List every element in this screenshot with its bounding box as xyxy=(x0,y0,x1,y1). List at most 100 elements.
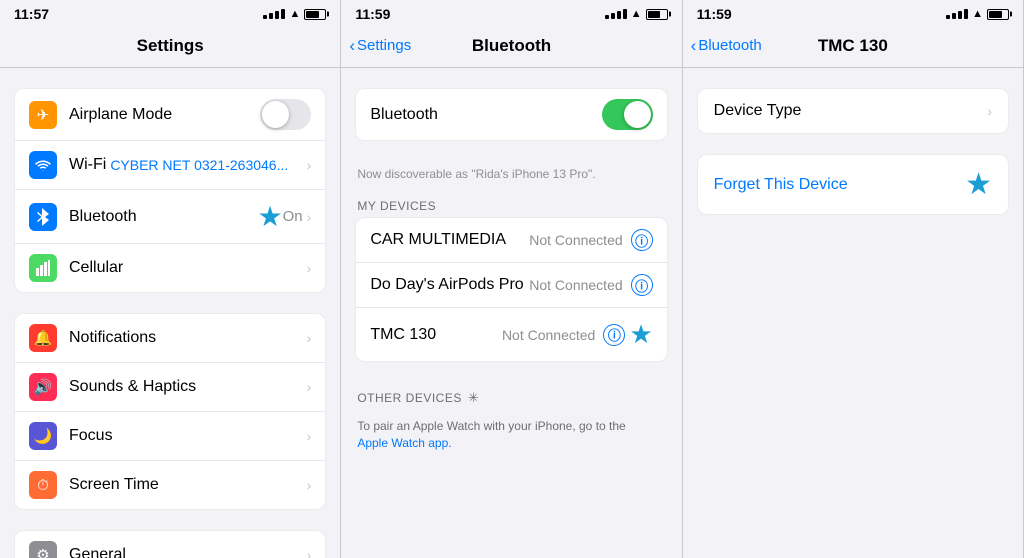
general-label: General xyxy=(69,546,307,558)
back-to-bluetooth[interactable]: ‹ Bluetooth xyxy=(691,37,762,54)
bluetooth-chevron: › xyxy=(307,209,312,225)
battery-fill-2 xyxy=(648,11,661,18)
bluetooth-value: On xyxy=(283,208,303,225)
bluetooth-screen: 11:59 ▲ ‹ Settings Bluetooth Bluetooth xyxy=(341,0,682,558)
signal-dot-3 xyxy=(275,11,279,19)
settings-group-2: 🔔 Notifications › 🔊 Sounds & Haptics › 🌙… xyxy=(14,313,326,510)
screentime-chevron: › xyxy=(307,477,312,493)
forget-device-row[interactable]: Forget This Device ★ xyxy=(698,155,1008,214)
bt-toggle-group: Bluetooth xyxy=(355,88,667,141)
cellular-label: Cellular xyxy=(69,259,307,277)
wifi-row[interactable]: Wi-Fi CYBER NET 0321-263046... › xyxy=(15,141,325,190)
focus-icon: 🌙 xyxy=(29,422,57,450)
tmc-device-name: TMC 130 xyxy=(370,326,502,344)
toggle-knob xyxy=(262,101,289,128)
bt-device-car[interactable]: CAR MULTIMEDIA Not Connected ⓘ xyxy=(356,218,666,263)
bluetooth-star: ★ xyxy=(258,200,283,233)
general-chevron: › xyxy=(307,547,312,558)
forget-device-label: Forget This Device xyxy=(714,176,848,194)
notifications-row[interactable]: 🔔 Notifications › xyxy=(15,314,325,363)
sounds-row[interactable]: 🔊 Sounds & Haptics › xyxy=(15,363,325,412)
forget-star: ★ xyxy=(965,167,992,202)
pair-note-text: To pair an Apple Watch with your iPhone,… xyxy=(357,419,625,433)
bluetooth-content: Bluetooth Now discoverable as "Rida's iP… xyxy=(341,68,681,558)
my-devices-header: MY DEVICES xyxy=(341,191,681,217)
time-2: 11:59 xyxy=(355,6,390,22)
wifi-icon xyxy=(29,151,57,179)
status-icons-1: ▲ xyxy=(263,8,326,20)
status-icons-3: ▲ xyxy=(946,8,1009,20)
airplane-label: Airplane Mode xyxy=(69,106,260,124)
device-type-section: Device Type › xyxy=(697,88,1009,134)
tmc-status: Not Connected xyxy=(502,327,595,343)
airpods-info-btn[interactable]: ⓘ xyxy=(631,274,653,296)
settings-title: Settings xyxy=(137,36,204,56)
general-row[interactable]: ⚙ General › xyxy=(15,531,325,558)
device-detail-title: TMC 130 xyxy=(818,36,888,56)
wifi-chevron: › xyxy=(307,157,312,173)
battery-icon-3 xyxy=(987,9,1009,20)
signal-dot-1 xyxy=(263,15,267,19)
other-devices-label: OTHER DEVICES xyxy=(357,391,462,405)
car-info-btn[interactable]: ⓘ xyxy=(631,229,653,251)
notifications-chevron: › xyxy=(307,330,312,346)
status-bar-2: 11:59 ▲ xyxy=(341,0,681,26)
back-chevron-2: ‹ xyxy=(691,37,697,54)
bt-discoverable-text: Now discoverable as "Rida's iPhone 13 Pr… xyxy=(341,161,681,191)
cellular-icon xyxy=(29,254,57,282)
tmc-star: ★ xyxy=(629,319,652,350)
wifi-status-icon-3: ▲ xyxy=(972,8,983,20)
cellular-chevron: › xyxy=(307,260,312,276)
wifi-status-icon: ▲ xyxy=(289,8,300,20)
bt-toggle-row[interactable]: Bluetooth xyxy=(356,89,666,140)
screentime-row[interactable]: ⏱ Screen Time › xyxy=(15,461,325,509)
device-type-label: Device Type xyxy=(714,102,988,120)
device-type-chevron: › xyxy=(987,103,992,119)
wifi-status-icon-2: ▲ xyxy=(631,8,642,20)
signal-icon xyxy=(263,9,285,19)
time-1: 11:57 xyxy=(14,6,49,22)
bt-device-tmc[interactable]: TMC 130 Not Connected ⓘ ★ xyxy=(356,308,666,361)
apple-watch-link[interactable]: Apple Watch app. xyxy=(357,436,451,450)
battery-icon-2 xyxy=(646,9,668,20)
bt-device-airpods[interactable]: Do Day's AirPods Pro Not Connected ⓘ xyxy=(356,263,666,308)
sounds-chevron: › xyxy=(307,379,312,395)
airpods-device-name: Do Day's AirPods Pro xyxy=(370,276,529,294)
wifi-label: Wi-Fi xyxy=(69,156,106,174)
my-devices-group: CAR MULTIMEDIA Not Connected ⓘ Do Day's … xyxy=(355,217,667,362)
airplane-toggle[interactable] xyxy=(260,99,311,130)
sounds-icon: 🔊 xyxy=(29,373,57,401)
screentime-icon: ⏱ xyxy=(29,471,57,499)
screentime-label: Screen Time xyxy=(69,476,307,494)
device-type-row[interactable]: Device Type › xyxy=(698,89,1008,133)
bluetooth-screen-title: Bluetooth xyxy=(472,36,551,56)
focus-row[interactable]: 🌙 Focus › xyxy=(15,412,325,461)
airpods-status: Not Connected xyxy=(529,277,622,293)
other-devices-header-container: OTHER DEVICES ✳ xyxy=(341,382,681,410)
settings-list: ✈ Airplane Mode Wi-Fi CYBER NET 0321-263… xyxy=(0,68,340,558)
device-detail-screen: 11:59 ▲ ‹ Bluetooth TMC 130 Device Type xyxy=(683,0,1024,558)
battery-fill-3 xyxy=(989,11,1002,18)
bluetooth-label: Bluetooth xyxy=(69,208,258,226)
wifi-ssid: CYBER NET 0321-263046... xyxy=(110,157,288,173)
settings-group-3: ⚙ General › 🎛 Control Center › xyxy=(14,530,326,558)
back-to-settings[interactable]: ‹ Settings xyxy=(349,37,411,54)
tmc-info-btn[interactable]: ⓘ xyxy=(603,324,625,346)
battery-fill xyxy=(306,11,319,18)
car-status: Not Connected xyxy=(529,232,622,248)
bluetooth-row[interactable]: Bluetooth ★ On › xyxy=(15,190,325,244)
airplane-mode-row[interactable]: ✈ Airplane Mode xyxy=(15,89,325,141)
spinner-icon: ✳ xyxy=(468,390,479,406)
back-text-1: Settings xyxy=(357,37,411,54)
signal-dot-2 xyxy=(269,13,273,19)
time-3: 11:59 xyxy=(697,6,732,22)
back-text-2: Bluetooth xyxy=(698,37,761,54)
status-bar-3: 11:59 ▲ xyxy=(683,0,1023,26)
settings-screen: 11:57 ▲ Settings ✈ Airplane Mode xyxy=(0,0,341,558)
focus-chevron: › xyxy=(307,428,312,444)
bluetooth-toggle[interactable] xyxy=(602,99,653,130)
settings-group-1: ✈ Airplane Mode Wi-Fi CYBER NET 0321-263… xyxy=(14,88,326,293)
cellular-row[interactable]: Cellular › xyxy=(15,244,325,292)
nav-bar-device-detail: ‹ Bluetooth TMC 130 xyxy=(683,26,1023,68)
nav-bar-settings: Settings xyxy=(0,26,340,68)
